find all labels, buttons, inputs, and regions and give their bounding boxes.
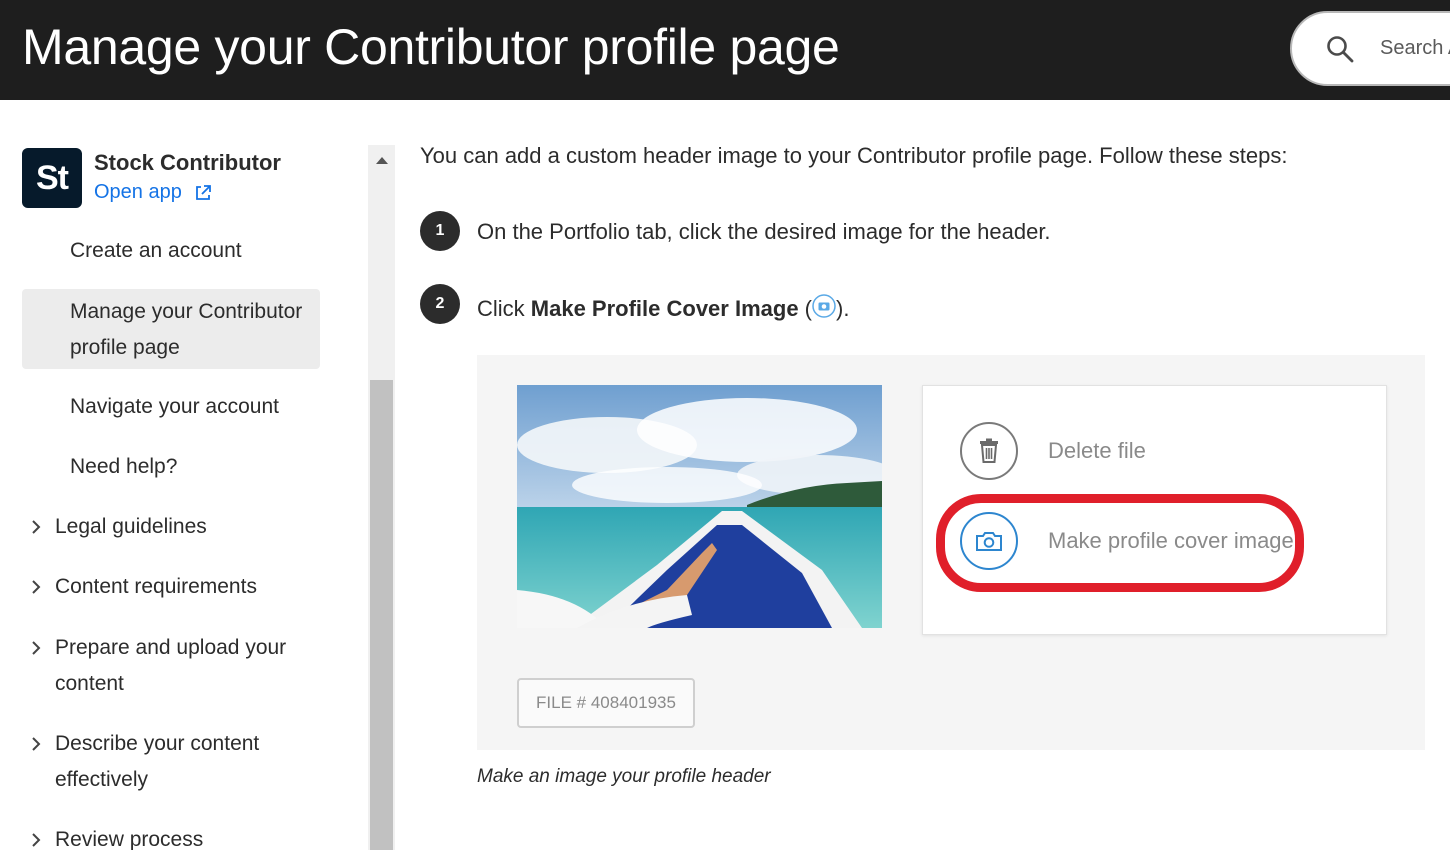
app-name: Stock Contributor	[94, 150, 281, 175]
step-number-2: 2	[420, 284, 460, 324]
figure-caption: Make an image your profile header	[477, 766, 771, 787]
sidebar-group-label: Prepare and upload your content	[55, 636, 287, 695]
search-icon	[1327, 36, 1354, 63]
sidebar-group-review-process[interactable]: Review process	[30, 822, 203, 850]
red-highlight-ring	[936, 494, 1304, 592]
step-2-prefix: Click	[477, 296, 531, 321]
sidebar-group-content-requirements[interactable]: Content requirements	[30, 569, 257, 605]
open-app-label: Open app	[94, 181, 182, 203]
search-placeholder: Search A	[1380, 37, 1450, 59]
boat-photo	[517, 385, 882, 628]
sidebar-item-need-help[interactable]: Need help?	[70, 449, 177, 485]
chevron-right-icon	[32, 641, 41, 655]
file-number-badge: FILE # 408401935	[517, 678, 695, 728]
open-app-link[interactable]: Open app	[94, 181, 212, 204]
delete-file-option: Delete file	[1048, 438, 1146, 463]
step-2-suffix: ).	[836, 296, 850, 321]
stock-app-logo: St	[22, 148, 82, 208]
screenshot-figure: FILE # 408401935 Delete file Make profil…	[477, 355, 1425, 750]
sidebar-item-navigate-account[interactable]: Navigate your account	[70, 389, 279, 425]
sidebar-item-create-account[interactable]: Create an account	[70, 233, 242, 269]
sidebar-item-manage-profile[interactable]: Manage your Contributor profile page	[70, 294, 320, 366]
page-title: Manage your Contributor profile page	[22, 19, 840, 75]
step-number-1: 1	[420, 211, 460, 251]
sidebar-group-describe-content[interactable]: Describe your content effectively	[30, 726, 310, 798]
chevron-right-icon	[32, 737, 41, 751]
sidebar-group-label: Content requirements	[55, 575, 257, 598]
step-2-bold-label: Make Profile Cover Image	[530, 296, 799, 321]
sidebar-group-prepare-upload[interactable]: Prepare and upload your content	[30, 630, 330, 702]
camera-icon	[812, 294, 836, 318]
step-text-1: On the Portfolio tab, click the desired …	[477, 219, 1051, 244]
sidebar-scrollbar[interactable]	[368, 145, 395, 850]
sidebar-group-legal-guidelines[interactable]: Legal guidelines	[30, 509, 207, 545]
chevron-right-icon	[32, 520, 41, 534]
external-link-icon	[195, 184, 211, 200]
boat-photo-image	[517, 385, 882, 628]
sidebar-group-label: Describe your content effectively	[55, 732, 260, 791]
trash-icon	[960, 422, 1018, 480]
step-2-open-paren: (	[798, 296, 813, 321]
chevron-right-icon	[32, 833, 41, 847]
search-input[interactable]: Search A	[1290, 11, 1450, 86]
image-context-menu: Delete file Make profile cover image	[922, 385, 1387, 635]
step-text-2: Click Make Profile Cover Image ().	[477, 294, 849, 322]
top-header-bar: Manage your Contributor profile page Sea…	[0, 0, 1450, 100]
scroll-thumb[interactable]	[370, 380, 393, 850]
sidebar-group-label: Legal guidelines	[55, 515, 207, 538]
chevron-right-icon	[32, 580, 41, 594]
intro-text: You can add a custom header image to you…	[420, 143, 1288, 168]
scroll-up-arrow-icon[interactable]	[368, 145, 395, 175]
sidebar-group-label: Review process	[55, 828, 204, 850]
